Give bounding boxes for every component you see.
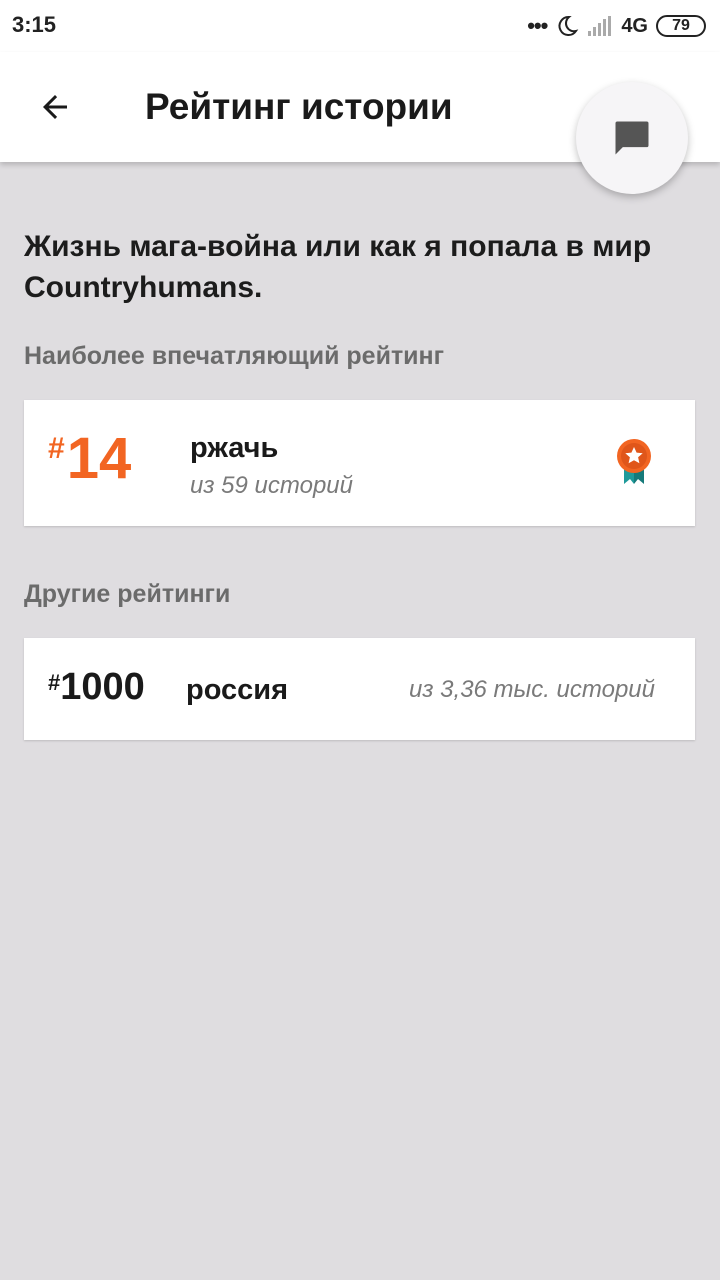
status-icons: ••• 4G 79 <box>527 12 706 40</box>
ranking-out-of: из 59 историй <box>190 472 353 499</box>
signal-icon <box>588 16 612 36</box>
ranking-card[interactable]: #1000 россия из 3,36 тыс. историй <box>24 638 695 740</box>
status-bar: 3:15 ••• 4G 79 <box>0 0 720 52</box>
rank-number: 14 <box>66 426 132 491</box>
network-type: 4G <box>621 14 648 37</box>
battery-indicator: 79 <box>656 15 706 37</box>
status-time: 3:15 <box>12 12 57 37</box>
ranking-tag: ржачь <box>190 432 279 464</box>
ranking-position: #14 <box>48 430 131 488</box>
section-label-top: Наиболее впечатляющий рейтинг <box>24 342 445 370</box>
chat-button[interactable] <box>576 82 688 194</box>
page-title: Рейтинг истории <box>145 86 453 127</box>
rank-hash: # <box>48 432 65 465</box>
notification-dots: ••• <box>527 13 548 38</box>
ranking-position: #1000 <box>48 668 145 706</box>
medal-icon <box>617 439 651 484</box>
ranking-out-of: из 3,36 тыс. историй <box>409 676 655 703</box>
ranking-tag: россия <box>186 674 289 706</box>
back-arrow-icon <box>43 95 67 119</box>
back-button[interactable] <box>30 82 80 132</box>
rank-number: 1000 <box>60 666 145 708</box>
rank-hash: # <box>48 670 61 695</box>
top-ranking-card[interactable]: #14 ржачь из 59 историй <box>24 400 695 526</box>
story-title: Жизнь мага-война или как я попала в мир … <box>24 230 652 304</box>
chat-icon <box>615 121 649 155</box>
moon-icon <box>558 15 579 36</box>
section-label-other: Другие рейтинги <box>24 580 231 608</box>
